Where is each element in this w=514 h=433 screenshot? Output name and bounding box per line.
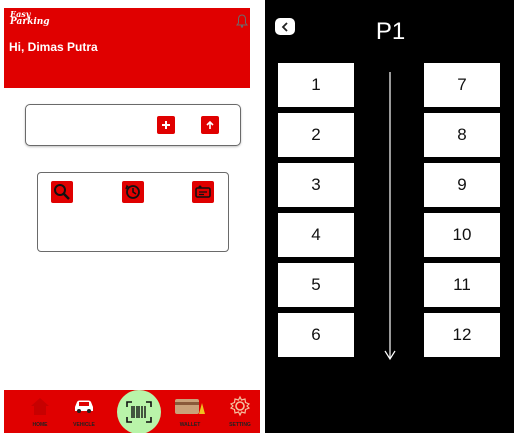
ticket-icon[interactable] — [192, 181, 214, 203]
wallet-card — [25, 104, 241, 146]
slot-10[interactable]: 10 — [424, 213, 500, 257]
down-arrow-icon — [384, 72, 396, 361]
slot-7[interactable]: 7 — [424, 63, 500, 107]
home-icon — [31, 398, 49, 415]
home-screen: Easy Parking Hi, Dimas Putra HOME VEHICL… — [0, 0, 260, 433]
gear-icon — [229, 395, 251, 417]
nav-home[interactable]: HOME — [20, 392, 60, 432]
nav-setting-label: SETTING — [229, 422, 251, 428]
home-header: Easy Parking Hi, Dimas Putra — [4, 8, 250, 88]
slot-3[interactable]: 3 — [278, 163, 354, 207]
slot-8[interactable]: 8 — [424, 113, 500, 157]
nav-home-label: HOME — [32, 422, 48, 428]
slot-11[interactable]: 11 — [424, 263, 500, 307]
nav-wallet[interactable]: WALLET — [170, 392, 210, 432]
wallet-icon — [175, 399, 205, 414]
history-icon[interactable] — [122, 181, 144, 203]
app-logo: Easy Parking — [10, 10, 50, 27]
search-icon[interactable] — [51, 181, 73, 203]
logo-line2: Parking — [10, 17, 50, 27]
slot-6[interactable]: 6 — [278, 313, 354, 357]
slot-2[interactable]: 2 — [278, 113, 354, 157]
bell-icon[interactable] — [236, 14, 248, 28]
nav-vehicle-label: VEHICLE — [73, 422, 95, 428]
nav-wallet-label: WALLET — [179, 422, 201, 428]
car-icon — [75, 400, 93, 413]
upload-icon[interactable] — [201, 116, 219, 134]
barcode-icon — [126, 401, 152, 423]
slot-5[interactable]: 5 — [278, 263, 354, 307]
plus-icon[interactable] — [157, 116, 175, 134]
menu-card — [37, 172, 229, 252]
scan-button[interactable] — [117, 390, 161, 433]
nav-setting[interactable]: SETTING — [220, 392, 260, 432]
nav-vehicle[interactable]: VEHICLE — [64, 392, 104, 432]
greeting-text: Hi, Dimas Putra — [9, 40, 98, 54]
slot-9[interactable]: 9 — [424, 163, 500, 207]
slot-12[interactable]: 12 — [424, 313, 500, 357]
slot-4[interactable]: 4 — [278, 213, 354, 257]
parking-title: P1 — [375, 18, 406, 45]
slot-1[interactable]: 1 — [278, 63, 354, 107]
bottom-nav: HOME VEHICLE WALLET SETTING — [4, 390, 260, 433]
parking-screen: P1 1 2 3 4 5 6 7 8 9 10 11 12 — [265, 0, 514, 433]
